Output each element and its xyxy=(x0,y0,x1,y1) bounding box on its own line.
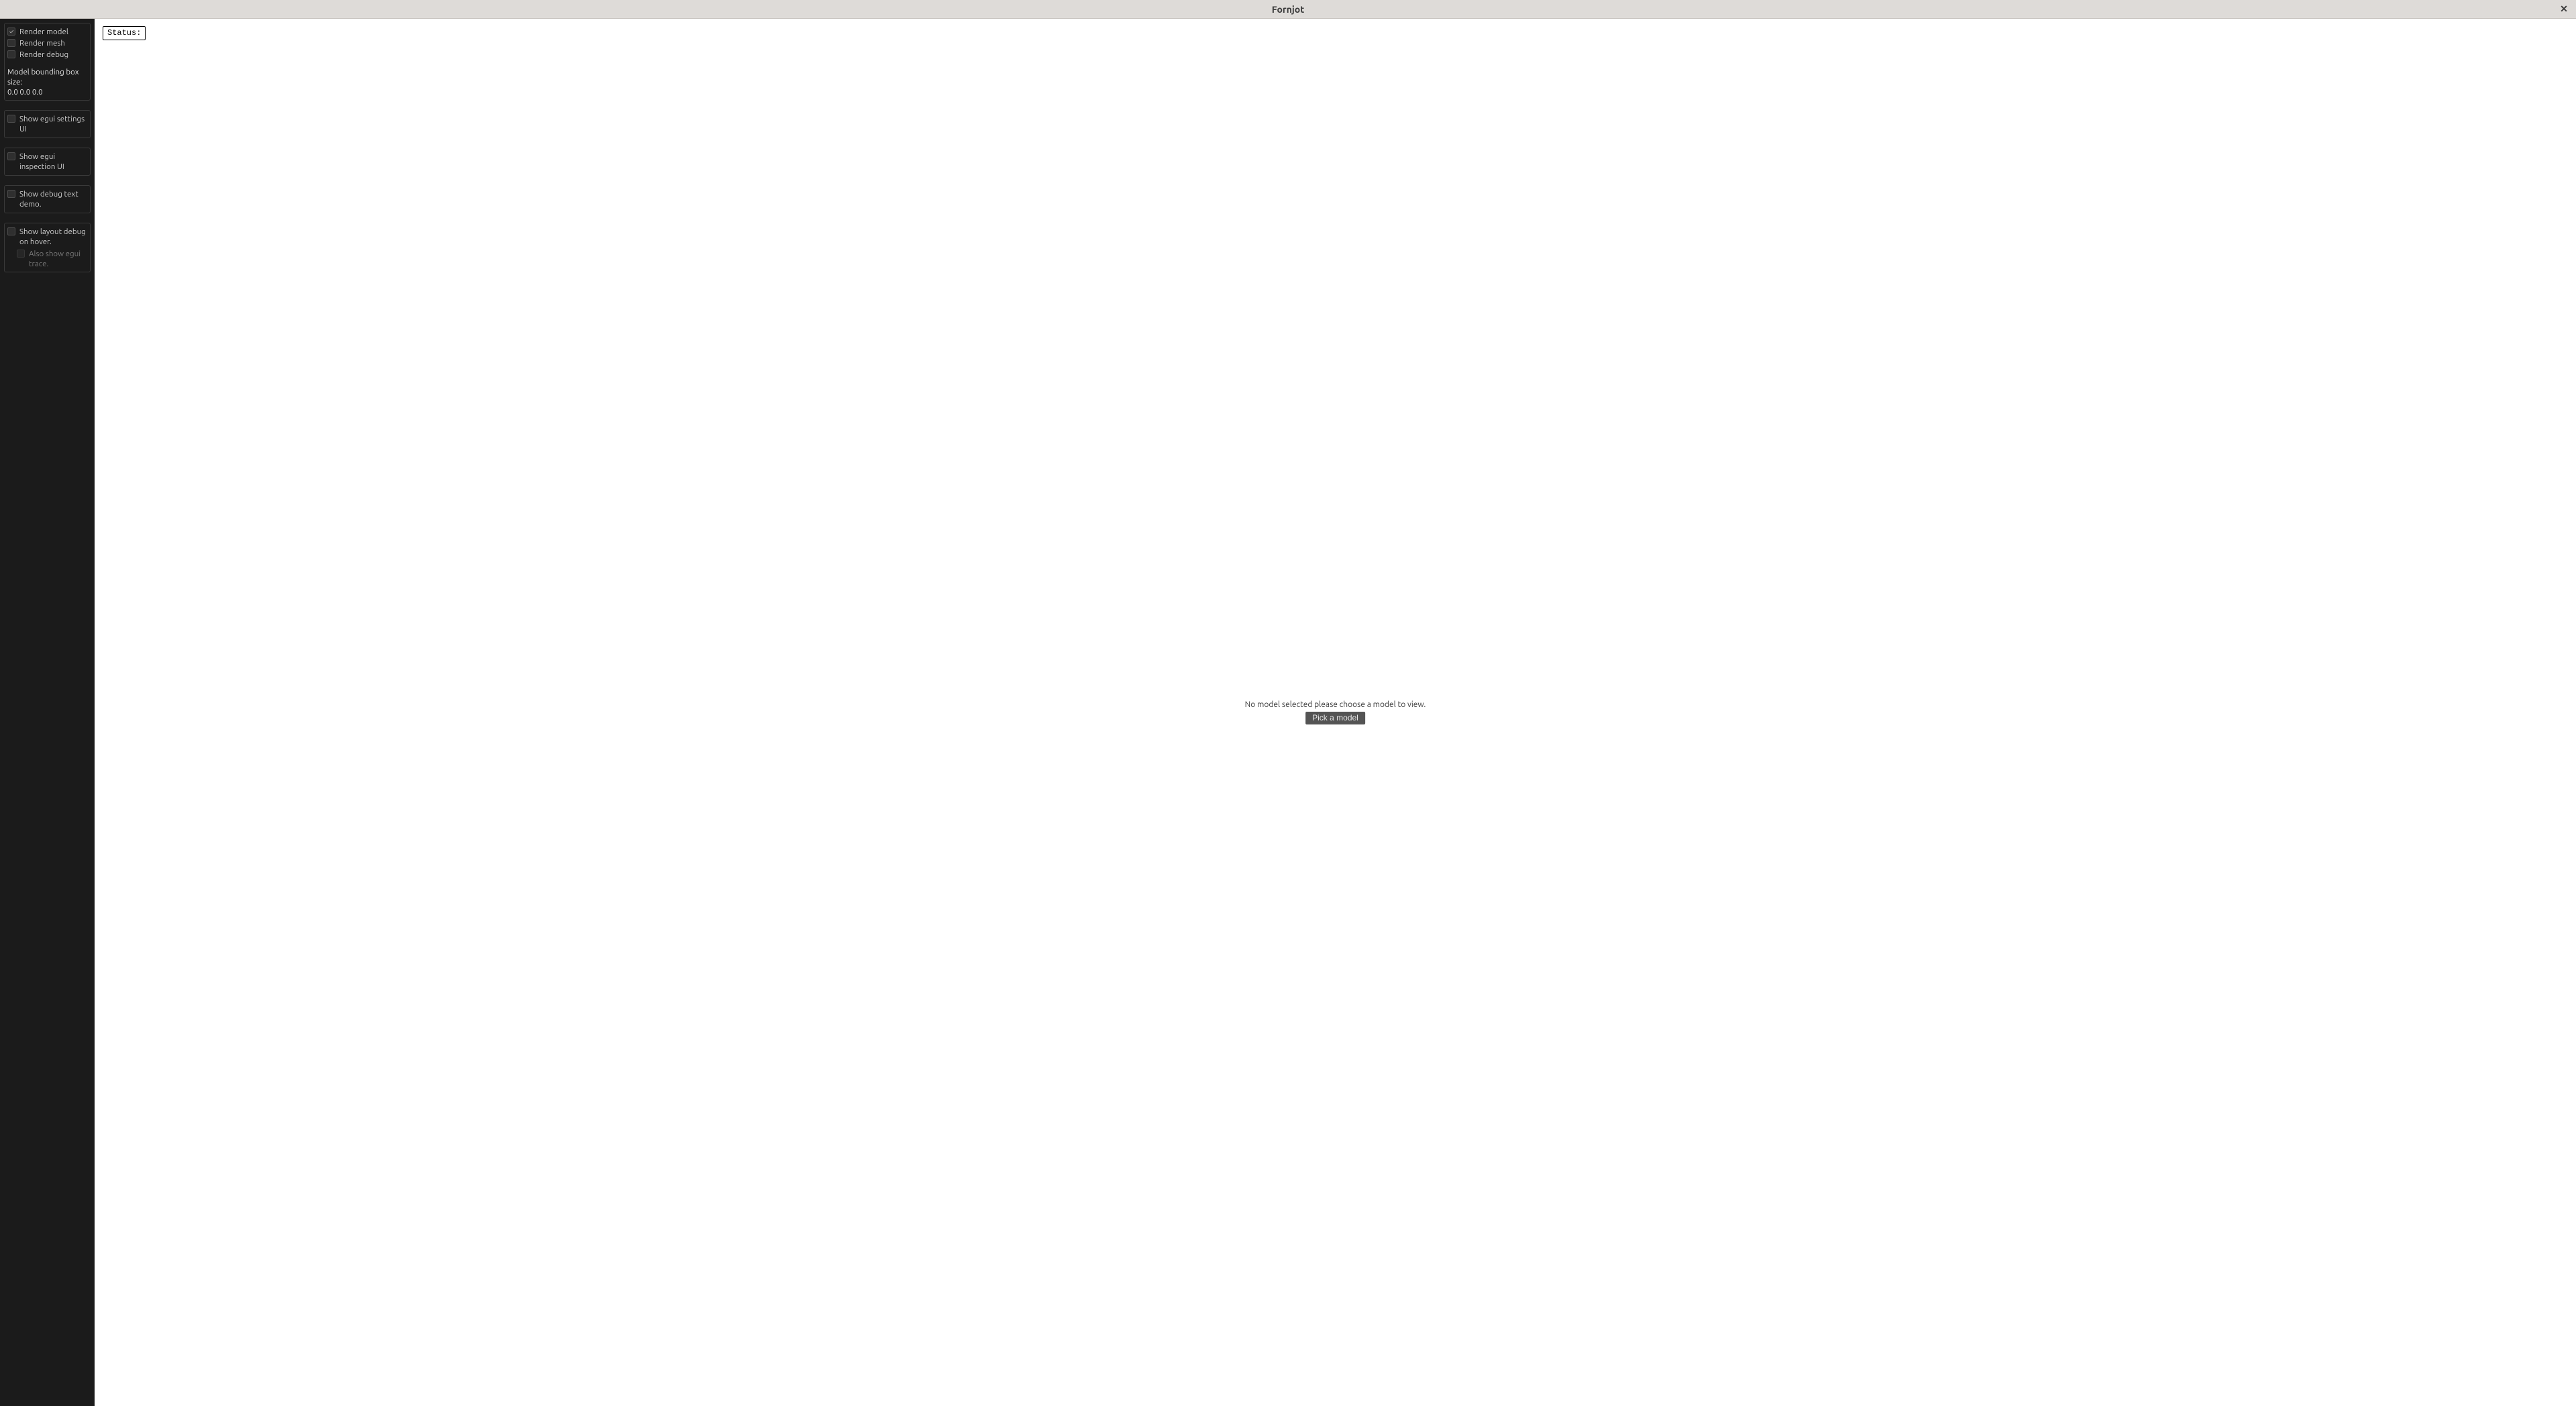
render-debug-row[interactable]: Render debug xyxy=(7,49,87,60)
viewport[interactable]: Status: No model selected please choose … xyxy=(95,19,2576,1406)
render-model-row[interactable]: Render model xyxy=(7,26,87,38)
render-options-group: Render model Render mesh Render debug Mo… xyxy=(4,23,91,101)
egui-trace-checkbox xyxy=(17,250,25,258)
egui-trace-label: Also show egui trace. xyxy=(29,249,87,269)
egui-trace-row: Also show egui trace. xyxy=(17,248,87,269)
layout-debug-row[interactable]: Show layout debug on hover. xyxy=(7,226,87,248)
bbox-size-label: Model bounding box size: xyxy=(7,67,87,87)
status-label: Status: xyxy=(107,28,141,38)
pick-model-button[interactable]: Pick a model xyxy=(1305,712,1365,724)
render-model-label: Render model xyxy=(19,27,87,37)
show-inspection-label: Show egui inspection UI xyxy=(19,152,87,172)
show-settings-label: Show egui settings UI xyxy=(19,114,87,134)
close-icon[interactable]: ✕ xyxy=(2557,3,2571,16)
show-settings-row[interactable]: Show egui settings UI xyxy=(7,113,87,135)
layout-debug-checkbox[interactable] xyxy=(7,227,15,235)
no-model-message: No model selected please choose a model … xyxy=(1245,700,1426,709)
bbox-size-value: 0.0 0.0 0.0 xyxy=(7,87,87,97)
show-settings-checkbox[interactable] xyxy=(7,115,15,123)
show-inspection-group: Show egui inspection UI xyxy=(4,148,91,176)
render-mesh-label: Render mesh xyxy=(19,38,87,48)
render-mesh-row[interactable]: Render mesh xyxy=(7,38,87,49)
show-settings-group: Show egui settings UI xyxy=(4,110,91,138)
show-debug-text-row[interactable]: Show debug text demo. xyxy=(7,188,87,210)
status-box: Status: xyxy=(103,26,146,40)
render-mesh-checkbox[interactable] xyxy=(7,39,15,47)
show-inspection-checkbox[interactable] xyxy=(7,152,15,160)
show-debug-text-checkbox[interactable] xyxy=(7,190,15,198)
layout-debug-label: Show layout debug on hover. xyxy=(19,227,87,247)
content-area: Render model Render mesh Render debug Mo… xyxy=(0,19,2576,1406)
show-debug-text-group: Show debug text demo. xyxy=(4,185,91,213)
no-model-stack: No model selected please choose a model … xyxy=(1245,700,1426,724)
render-debug-checkbox[interactable] xyxy=(7,50,15,58)
show-inspection-row[interactable]: Show egui inspection UI xyxy=(7,151,87,172)
side-panel: Render model Render mesh Render debug Mo… xyxy=(0,19,95,1406)
window-title: Fornjot xyxy=(1272,4,1305,15)
window-titlebar: Fornjot ✕ xyxy=(0,0,2576,19)
show-debug-text-label: Show debug text demo. xyxy=(19,189,87,209)
render-model-checkbox[interactable] xyxy=(7,28,15,36)
layout-debug-group: Show layout debug on hover. Also show eg… xyxy=(4,223,91,272)
render-debug-label: Render debug xyxy=(19,50,87,60)
